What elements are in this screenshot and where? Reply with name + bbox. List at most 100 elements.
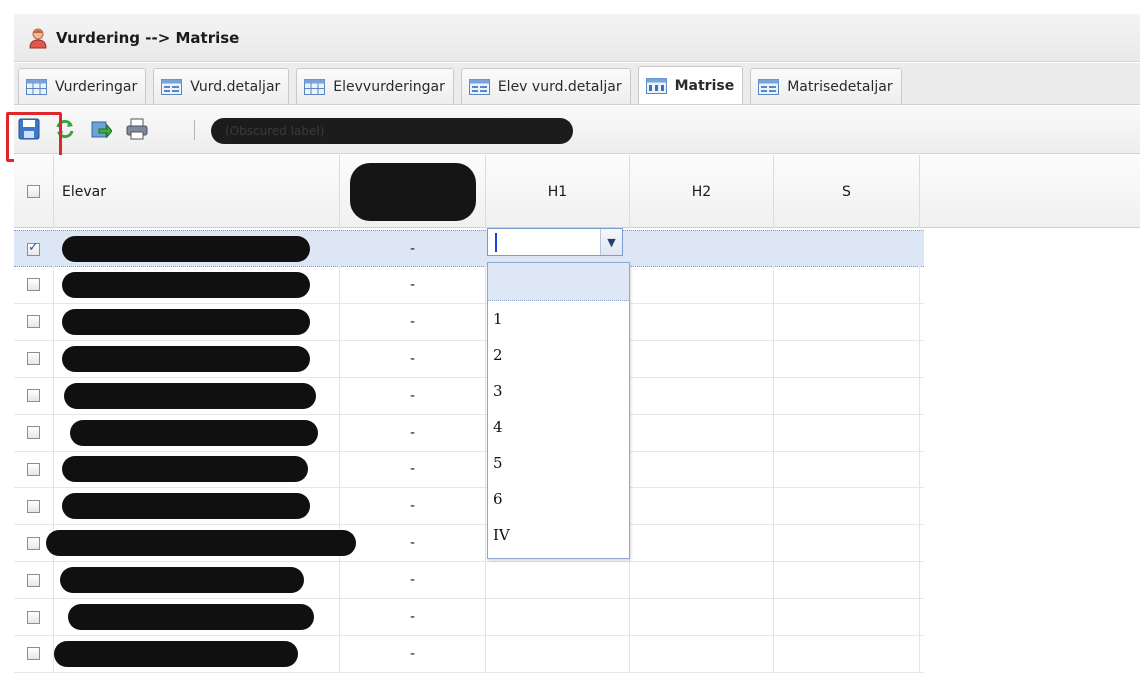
h2-cell[interactable] <box>630 303 774 340</box>
row-checkbox-cell[interactable] <box>14 303 54 340</box>
value-cell[interactable]: - <box>340 635 486 672</box>
table-row[interactable]: - <box>14 488 924 526</box>
h2-cell[interactable] <box>630 525 774 562</box>
value-cell[interactable]: - <box>340 303 486 340</box>
s-cell[interactable] <box>774 562 920 599</box>
elev-name-cell[interactable] <box>54 635 340 672</box>
value-cell[interactable]: - <box>340 525 486 562</box>
row-checkbox[interactable] <box>27 462 40 476</box>
elev-name-cell[interactable] <box>54 562 340 599</box>
s-cell[interactable] <box>774 303 920 340</box>
row-checkbox-cell[interactable] <box>14 451 54 488</box>
tab-elevvurderingar[interactable]: Elevvurderingar <box>296 68 454 104</box>
value-cell[interactable]: - <box>340 488 486 525</box>
row-checkbox[interactable] <box>27 426 40 439</box>
tab-elev-vurd-detaljar[interactable]: Elev vurd.detaljar <box>460 68 631 104</box>
table-row[interactable]: - <box>14 340 924 378</box>
s-cell[interactable] <box>774 599 920 635</box>
value-cell[interactable]: - <box>340 266 486 303</box>
elev-name-cell[interactable] <box>54 451 340 488</box>
elev-name-cell[interactable] <box>54 303 340 340</box>
table-row[interactable]: - <box>14 635 924 673</box>
s-cell[interactable] <box>774 525 920 562</box>
s-cell[interactable] <box>774 231 920 267</box>
elev-name-cell[interactable] <box>54 599 340 635</box>
tab-vurd-detaljar[interactable]: Vurd.detaljar <box>153 68 290 104</box>
h2-cell[interactable] <box>630 562 774 599</box>
h2-cell[interactable] <box>630 635 774 672</box>
table-row[interactable]: - <box>14 266 924 304</box>
dropdown-option[interactable]: 6 <box>488 481 629 517</box>
row-checkbox-cell[interactable] <box>14 266 54 303</box>
value-cell[interactable]: - <box>340 562 486 599</box>
row-checkbox[interactable] <box>27 278 40 292</box>
row-checkbox[interactable] <box>27 610 40 624</box>
row-checkbox-cell[interactable] <box>14 414 54 451</box>
table-row[interactable]: - <box>14 303 924 341</box>
header-h1[interactable]: H1 <box>486 155 630 228</box>
s-cell[interactable] <box>774 340 920 377</box>
elev-name-cell[interactable] <box>46 525 356 562</box>
table-row[interactable]: - <box>14 451 924 489</box>
s-cell[interactable] <box>774 451 920 488</box>
h1-cell[interactable] <box>486 599 630 635</box>
h2-cell[interactable] <box>630 231 774 267</box>
elev-name-cell[interactable] <box>54 488 340 525</box>
row-checkbox-cell[interactable] <box>14 488 54 525</box>
row-checkbox-cell[interactable] <box>14 635 54 672</box>
row-checkbox[interactable] <box>27 536 40 550</box>
header-h2[interactable]: H2 <box>630 155 774 228</box>
table-row[interactable]: - <box>14 377 924 415</box>
row-checkbox-cell[interactable] <box>14 377 54 414</box>
header-s[interactable]: S <box>774 155 920 228</box>
h2-cell[interactable] <box>630 451 774 488</box>
value-cell[interactable]: - <box>340 599 486 635</box>
table-row[interactable]: - <box>14 599 924 636</box>
h1-cell[interactable] <box>486 562 630 599</box>
header-obscured[interactable] <box>340 155 486 228</box>
row-checkbox[interactable] <box>27 240 40 256</box>
value-cell[interactable]: - <box>340 231 486 267</box>
dropdown-option[interactable]: 1 <box>488 301 629 337</box>
value-cell[interactable]: - <box>340 414 486 451</box>
elev-name-cell[interactable] <box>54 340 340 377</box>
h1-cell[interactable] <box>486 635 630 672</box>
dropdown-option[interactable]: 5 <box>488 445 629 481</box>
elev-name-cell[interactable] <box>54 231 340 267</box>
h2-cell[interactable] <box>630 340 774 377</box>
select-all-checkbox[interactable] <box>27 185 40 198</box>
elev-name-cell[interactable] <box>54 377 340 414</box>
tab-matrise[interactable]: Matrise <box>637 66 744 104</box>
table-row[interactable]: - <box>14 414 924 452</box>
value-cell[interactable]: - <box>340 451 486 488</box>
tab-matrisedetaljar[interactable]: Matrisedetaljar <box>750 68 902 104</box>
value-cell[interactable]: - <box>340 340 486 377</box>
dropdown-option[interactable] <box>488 263 629 301</box>
h2-cell[interactable] <box>630 414 774 451</box>
export-icon[interactable] <box>90 118 112 140</box>
value-cell[interactable]: - <box>340 377 486 414</box>
h2-cell[interactable] <box>630 266 774 303</box>
h2-cell[interactable] <box>630 377 774 414</box>
h1-combobox[interactable]: ▼ <box>487 228 623 256</box>
s-cell[interactable] <box>774 488 920 525</box>
h2-cell[interactable] <box>630 488 774 525</box>
header-select-all[interactable] <box>14 155 54 228</box>
table-row[interactable]: - <box>14 562 924 600</box>
elev-name-cell[interactable] <box>54 266 340 303</box>
s-cell[interactable] <box>774 635 920 672</box>
elev-name-cell[interactable] <box>54 414 340 451</box>
row-checkbox[interactable] <box>27 499 40 513</box>
dropdown-option[interactable]: 3 <box>488 373 629 409</box>
tab-vurderingar[interactable]: Vurderingar <box>18 68 147 104</box>
s-cell[interactable] <box>774 414 920 451</box>
chevron-down-icon[interactable]: ▼ <box>600 229 622 255</box>
row-checkbox-cell[interactable] <box>14 340 54 377</box>
s-cell[interactable] <box>774 266 920 303</box>
print-icon[interactable] <box>126 118 148 140</box>
row-checkbox-cell[interactable] <box>14 231 54 267</box>
h2-cell[interactable] <box>630 599 774 635</box>
header-elevar[interactable]: Elevar <box>54 155 340 228</box>
row-checkbox-cell[interactable] <box>14 599 54 635</box>
row-checkbox[interactable] <box>27 573 40 587</box>
